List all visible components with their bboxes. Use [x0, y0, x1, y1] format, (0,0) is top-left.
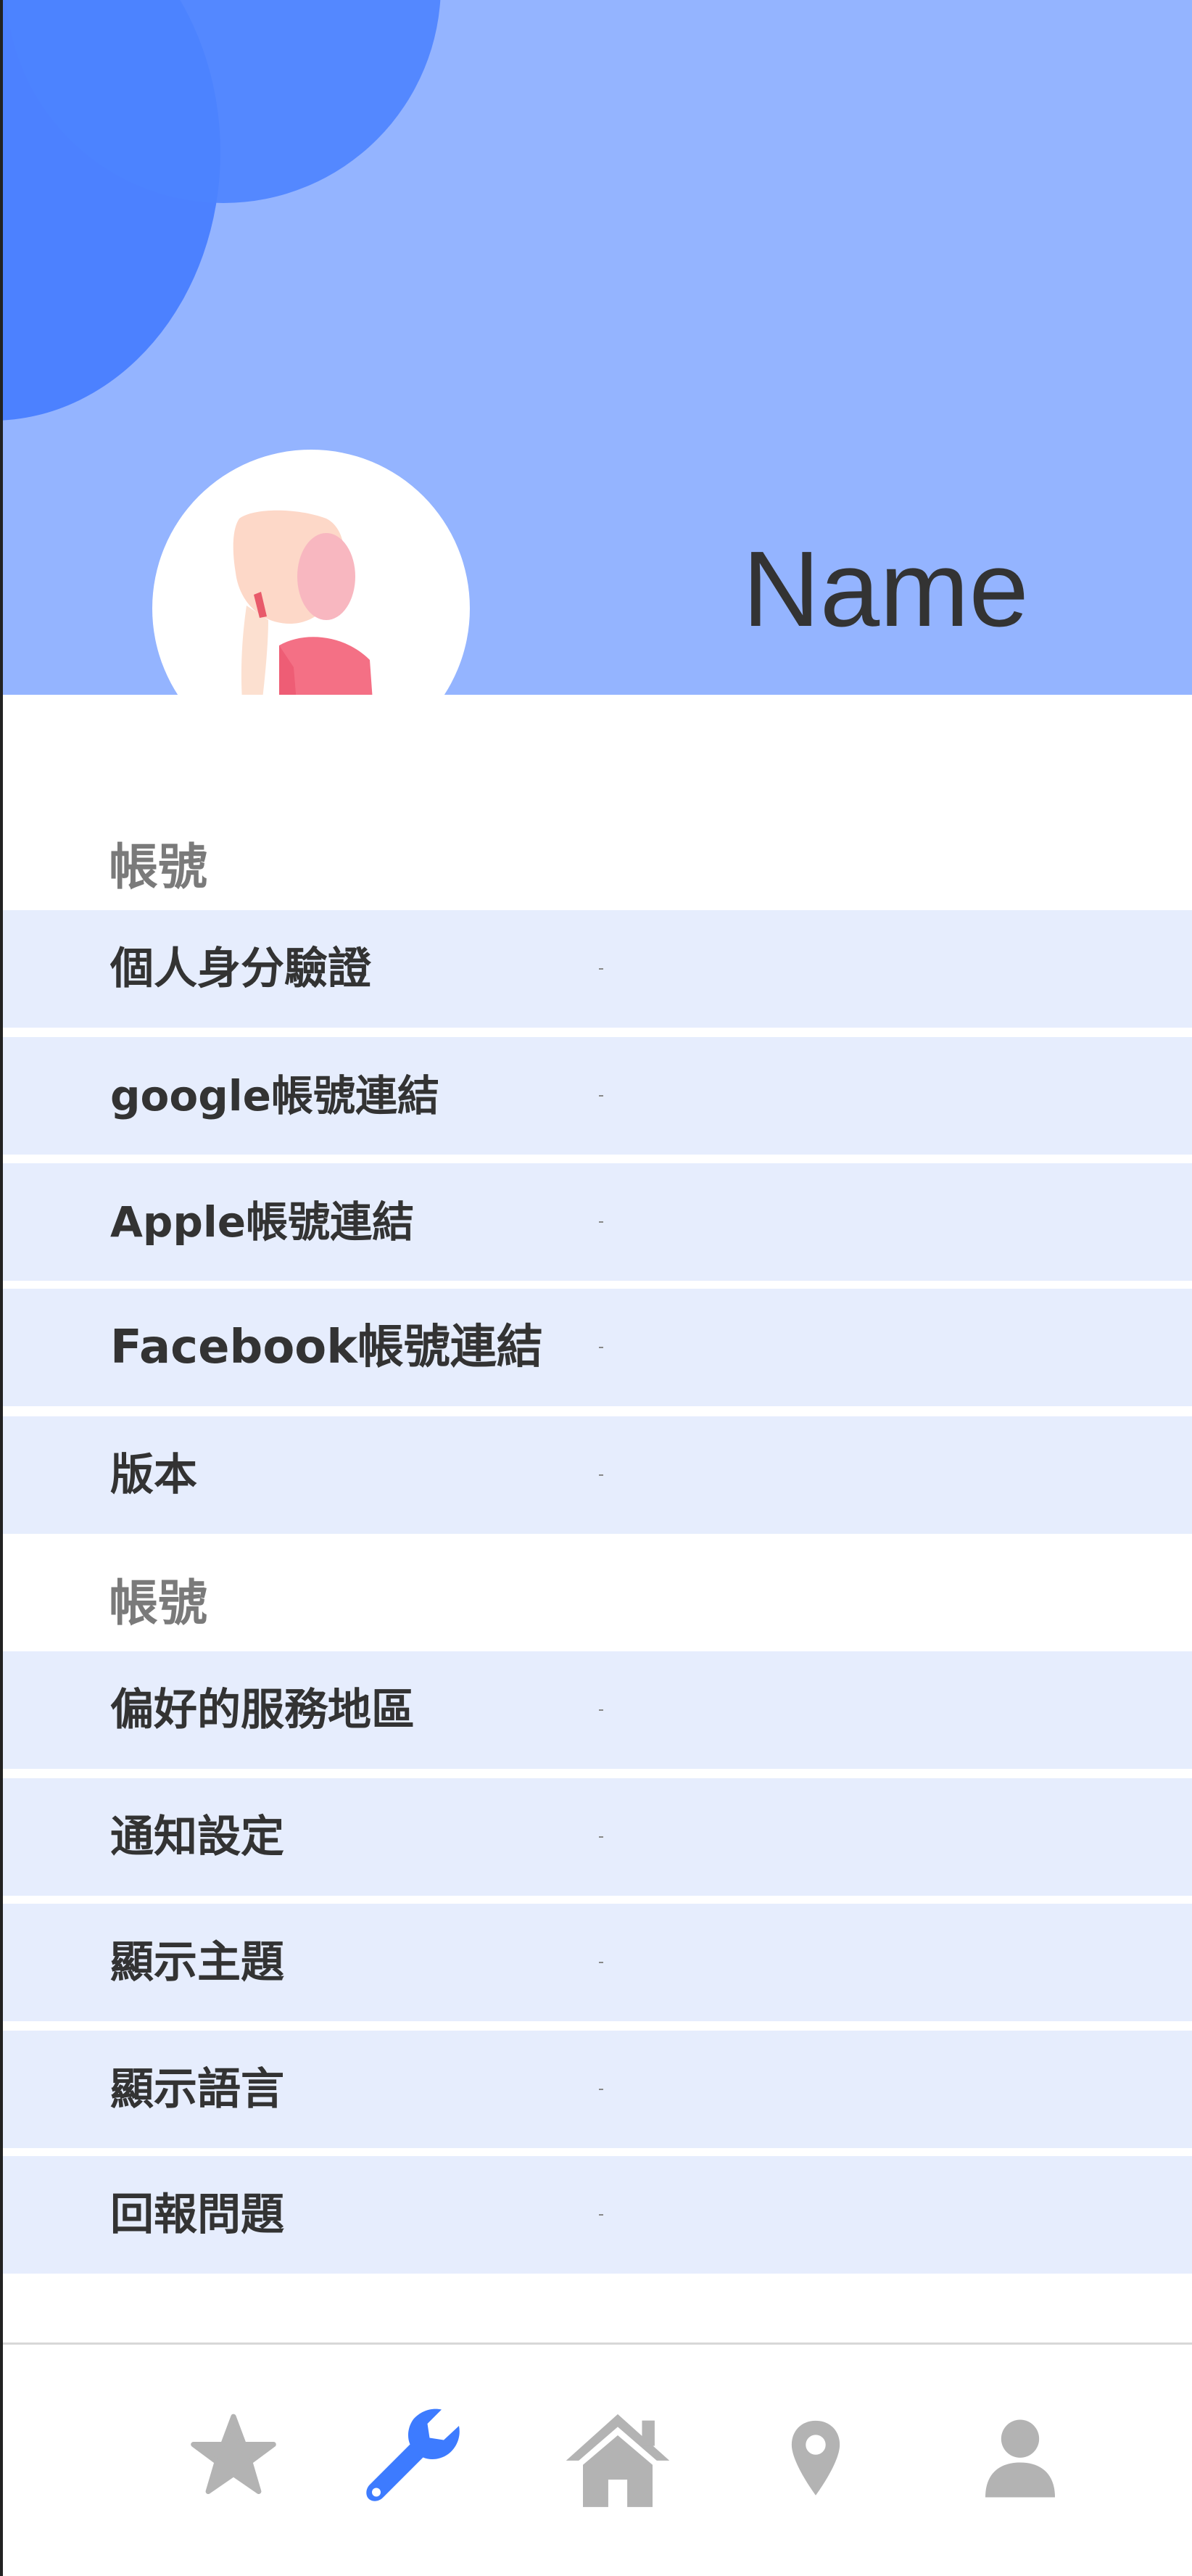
setting-language[interactable]: 顯示語言: [3, 2031, 1192, 2148]
nav-divider: [3, 2342, 1192, 2345]
row-label: 回報問題: [110, 2189, 284, 2240]
row-separator-dot: [599, 1962, 603, 1963]
row-separator-dot: [599, 1095, 603, 1097]
setting-apple-link[interactable]: Apple帳號連結: [3, 1163, 1192, 1281]
row-separator-dot: [599, 2214, 603, 2216]
row-label: Apple帳號連結: [110, 1197, 415, 1247]
setting-facebook-link[interactable]: Facebook帳號連結: [3, 1289, 1192, 1406]
avatar[interactable]: [152, 450, 470, 695]
profile-name: Name: [742, 529, 1029, 649]
row-label: 偏好的服務地區: [110, 1685, 415, 1735]
row-label: 版本: [110, 1450, 197, 1500]
profile-header: Name: [3, 0, 1192, 695]
setting-identity-verification[interactable]: 個人身分驗證: [3, 910, 1192, 1028]
star-icon: [191, 2414, 276, 2494]
nav-profile[interactable]: [980, 2415, 1060, 2505]
row-separator-dot: [599, 1709, 603, 1711]
row-label: Facebook帳號連結: [110, 1321, 543, 1374]
nav-favorites[interactable]: [190, 2411, 277, 2501]
row-separator-dot: [599, 1474, 603, 1476]
row-separator-dot: [599, 1221, 603, 1223]
setting-version[interactable]: 版本: [3, 1416, 1192, 1534]
row-separator-dot: [599, 2089, 603, 2090]
row-label: 顯示語言: [110, 2064, 284, 2115]
row-label: 通知設定: [110, 1812, 284, 1862]
wrench-icon: [366, 2408, 460, 2501]
section-title-account: 帳號: [109, 839, 208, 896]
setting-report-issue[interactable]: 回報問題: [3, 2156, 1192, 2274]
section-title-account: 帳號: [109, 1575, 208, 1632]
home-icon: [566, 2414, 670, 2507]
row-separator-dot: [599, 1836, 603, 1838]
row-label: 顯示主題: [110, 1937, 284, 1988]
row-separator-dot: [599, 1347, 603, 1348]
setting-theme[interactable]: 顯示主題: [3, 1904, 1192, 2021]
nav-settings[interactable]: [361, 2404, 470, 2516]
nav-home[interactable]: [560, 2404, 676, 2516]
row-label: google帳號連結: [110, 1071, 439, 1120]
location-pin-icon: [791, 2420, 840, 2496]
avatar-illustration: [233, 510, 373, 695]
nav-location[interactable]: [787, 2417, 845, 2503]
setting-google-link[interactable]: google帳號連結: [3, 1037, 1192, 1155]
row-separator-dot: [599, 968, 603, 970]
row-label: 個人身分驗證: [110, 944, 371, 994]
person-icon: [985, 2419, 1055, 2498]
setting-service-region[interactable]: 偏好的服務地區: [3, 1651, 1192, 1769]
setting-notifications[interactable]: 通知設定: [3, 1778, 1192, 1896]
